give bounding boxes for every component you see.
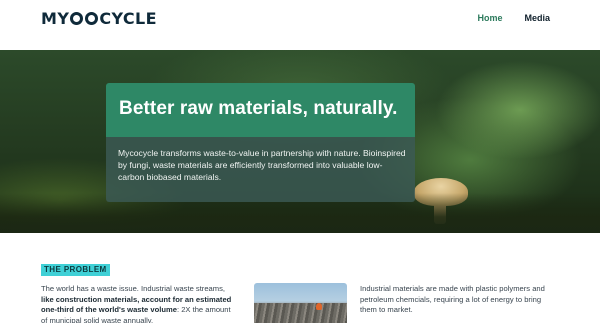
- hero-banner: Better raw materials, naturally. Mycocyc…: [0, 50, 600, 233]
- hero-card-header: Better raw materials, naturally.: [106, 83, 415, 137]
- waste-landfill-image: [254, 283, 347, 323]
- logo[interactable]: MY CYCLE: [41, 9, 157, 28]
- main-nav: Home Media: [477, 13, 550, 23]
- industrial-materials-text: Industrial materials are made with plast…: [360, 284, 545, 314]
- problem-section-tag: THE PROBLEM: [41, 264, 110, 276]
- hero-card-body: Mycocycle transforms waste-to-value in p…: [106, 137, 415, 202]
- waste-pile: [254, 303, 347, 323]
- nav-media-link[interactable]: Media: [524, 13, 550, 23]
- site-header: MY CYCLE Home Media: [0, 0, 600, 50]
- problem-text-start: The world has a waste issue. Industrial …: [41, 284, 226, 293]
- logo-ring-icon: [85, 12, 99, 25]
- nav-home-link[interactable]: Home: [477, 13, 502, 23]
- logo-ring-icon: [70, 12, 84, 25]
- hero-description: Mycocycle transforms waste-to-value in p…: [118, 148, 406, 182]
- logo-text-left: MY: [41, 9, 70, 28]
- logo-text-right: CYCLE: [99, 9, 157, 28]
- problem-text: The world has a waste issue. Industrial …: [41, 284, 236, 323]
- hero-title: Better raw materials, naturally.: [119, 98, 398, 119]
- fire-icon: [316, 303, 322, 310]
